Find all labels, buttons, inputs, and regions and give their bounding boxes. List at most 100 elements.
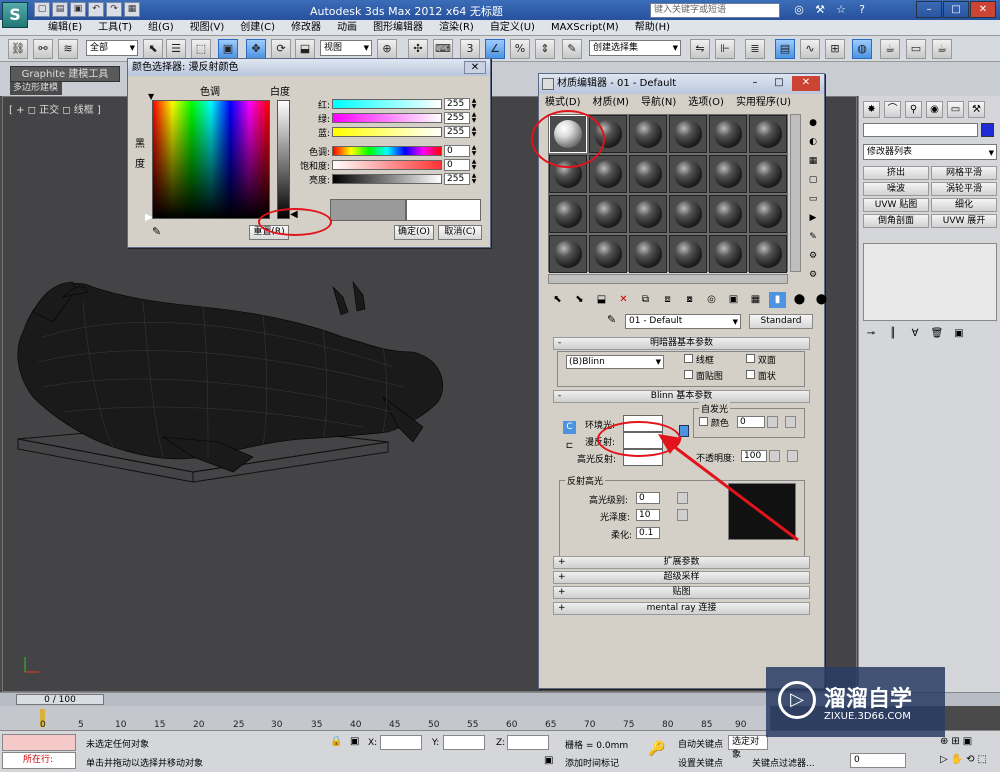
modifier-button-tessellate[interactable]: 细化 — [931, 198, 997, 212]
value-spinner[interactable]: ▲ ▼ — [470, 173, 478, 185]
color-dialog-titlebar[interactable]: 颜色选择器: 漫反射颜色 ✕ — [128, 59, 490, 76]
unlink-icon[interactable]: ⚯ — [33, 39, 53, 59]
slots-horizontal-scrollbar[interactable] — [548, 274, 788, 284]
mental-ray-rollout[interactable]: + mental ray 连接 — [553, 602, 810, 615]
open-file-icon[interactable]: ▤ — [52, 2, 68, 17]
modifier-button-unwrap-uvw[interactable]: UVW 展开 — [931, 214, 997, 228]
saturation-value[interactable]: 0 — [444, 159, 470, 171]
reference-coord-dropdown[interactable]: 视图 — [320, 40, 372, 56]
matedit-menu-material[interactable]: 材质(M) — [587, 95, 635, 110]
face-map-checkbox[interactable] — [684, 370, 693, 379]
reset-map-icon[interactable]: ✕ — [615, 292, 632, 308]
render-production-icon[interactable]: ☕ — [932, 39, 952, 59]
matedit-minimize-button[interactable]: – — [744, 76, 766, 91]
zoom-icon[interactable]: ⊕ — [940, 736, 948, 747]
shader-type-dropdown[interactable]: (B)Blinn ▼ — [566, 355, 664, 369]
material-editor-titlebar[interactable]: 材质编辑器 - 01 - Default – □ ✕ — [539, 74, 824, 94]
sample-slot[interactable] — [709, 235, 747, 273]
window-crossing-icon[interactable]: ▣ — [218, 39, 238, 59]
z-coordinate-field[interactable] — [507, 735, 549, 750]
green-spinner[interactable]: ▲ ▼ — [470, 112, 478, 124]
matedit-menu-utilities[interactable]: 实用程序(U) — [730, 95, 797, 110]
menu-edit[interactable]: 编辑(E) — [40, 21, 90, 35]
sample-slot[interactable] — [669, 235, 707, 273]
red-slider[interactable] — [332, 99, 442, 109]
motion-tab-icon[interactable]: ◉ — [926, 101, 943, 118]
green-value[interactable]: 255 — [444, 112, 470, 124]
edit-named-selection-icon[interactable]: ✎ — [562, 39, 582, 59]
lock-diffuse-specular-icon[interactable]: ⊏ — [563, 441, 576, 454]
bind-space-warp-icon[interactable]: ≋ — [58, 39, 78, 59]
ok-button[interactable]: 确定(O) — [394, 225, 434, 240]
hierarchy-tab-icon[interactable]: ⚲ — [905, 101, 922, 118]
go-to-parent-icon[interactable]: ▮ — [769, 292, 786, 308]
eyedropper-icon[interactable]: ✎ — [152, 225, 168, 240]
red-spinner[interactable]: ▲ ▼ — [470, 98, 478, 110]
color-dialog-close-button[interactable]: ✕ — [464, 61, 486, 74]
object-name-field[interactable] — [863, 123, 978, 137]
polygon-modeling-tab[interactable]: 多边形建模 — [10, 82, 62, 95]
rect-selection-icon[interactable]: ⬚ — [191, 39, 211, 59]
mirror-icon[interactable]: ⇋ — [690, 39, 710, 59]
cancel-button[interactable]: 取消(C) — [438, 225, 482, 240]
sample-slot[interactable] — [709, 155, 747, 193]
blue-spinner[interactable]: ▲ ▼ — [470, 126, 478, 138]
video-check-icon[interactable]: ▭ — [805, 192, 821, 207]
star-icon[interactable]: ☆ — [832, 2, 850, 18]
value-value[interactable]: 255 — [444, 173, 470, 185]
help-icon[interactable]: ? — [853, 2, 871, 18]
sample-slot[interactable] — [589, 195, 627, 233]
rendered-frame-icon[interactable]: ▭ — [906, 39, 926, 59]
blinn-rollout-header[interactable]: - Blinn 基本参数 — [553, 390, 810, 403]
copy-material-icon[interactable]: ⧉ — [637, 292, 654, 308]
add-time-tag[interactable]: 添加时间标记 — [565, 756, 619, 769]
supersampling-rollout[interactable]: + 超级采样 — [553, 571, 810, 584]
show-end-result-mat-icon[interactable]: ▦ — [747, 292, 764, 308]
wire-option[interactable]: 线框 — [684, 353, 714, 366]
modifier-button-uvw-map[interactable]: UVW 贴图 — [863, 198, 929, 212]
whiteness-bar[interactable] — [277, 100, 290, 219]
go-forward-sibling-icon[interactable]: ⬤ — [791, 292, 808, 308]
face-map-option[interactable]: 面贴图 — [684, 369, 723, 382]
pick-from-object-icon[interactable]: ✎ — [607, 313, 616, 326]
options-icon[interactable]: ✎ — [805, 230, 821, 245]
saturation-slider[interactable] — [332, 160, 442, 170]
modifier-button-extrude[interactable]: 挤出 — [863, 166, 929, 180]
faceted-option[interactable]: 面状 — [746, 369, 776, 382]
named-selection-dropdown[interactable]: 创建选择集 — [589, 40, 681, 56]
running-line[interactable]: 所在行: — [2, 752, 76, 769]
zoom-extents-icon[interactable]: ▣ — [963, 736, 972, 747]
maximize-viewport-icon[interactable]: ⬚ — [978, 754, 987, 765]
modifier-button-noise[interactable]: 噪波 — [863, 182, 929, 196]
lock-ambient-diffuse-icon[interactable]: C — [563, 421, 576, 434]
material-map-navigator-icon[interactable]: ⬤ — [813, 292, 830, 308]
utilities-tab-icon[interactable]: ⚒ — [968, 101, 985, 118]
maxscript-listener[interactable] — [2, 734, 76, 751]
show-end-result-icon[interactable]: ║ — [885, 327, 901, 341]
matedit-menu-options[interactable]: 选项(O) — [682, 95, 730, 110]
select-object-icon[interactable]: ⬉ — [143, 39, 163, 59]
percent-snap-icon[interactable]: % — [510, 39, 530, 59]
modifier-button-turbosmooth[interactable]: 涡轮平滑 — [931, 182, 997, 196]
red-value[interactable]: 255 — [444, 98, 470, 110]
menu-group[interactable]: 组(G) — [140, 21, 182, 35]
schematic-view-icon[interactable]: ⊞ — [825, 39, 845, 59]
two-sided-option[interactable]: 双面 — [746, 353, 776, 366]
remove-modifier-icon[interactable]: 🗑 — [929, 327, 945, 341]
modify-tab-icon[interactable]: ⌒ — [884, 101, 901, 118]
value-slider[interactable] — [332, 174, 442, 184]
sample-slot[interactable] — [669, 195, 707, 233]
menu-tools[interactable]: 工具(T) — [90, 21, 140, 35]
backlight-icon[interactable]: ◐ — [805, 135, 821, 150]
key-icon[interactable]: 🔑 — [648, 741, 665, 757]
pan-icon[interactable]: ✋ — [951, 754, 963, 765]
object-color-swatch[interactable] — [981, 123, 994, 137]
sample-slot[interactable] — [629, 115, 667, 153]
time-slider[interactable]: 0 / 100 — [16, 694, 104, 705]
field-of-view-icon[interactable]: ▷ — [940, 754, 948, 765]
hue-spinner[interactable]: ▲ ▼ — [470, 145, 478, 157]
menu-create[interactable]: 创建(C) — [232, 21, 283, 35]
extended-params-rollout[interactable]: + 扩展参数 — [553, 556, 810, 569]
sample-slot[interactable] — [629, 235, 667, 273]
graphite-ribbon-tab[interactable]: Graphite 建模工具 — [10, 66, 120, 82]
